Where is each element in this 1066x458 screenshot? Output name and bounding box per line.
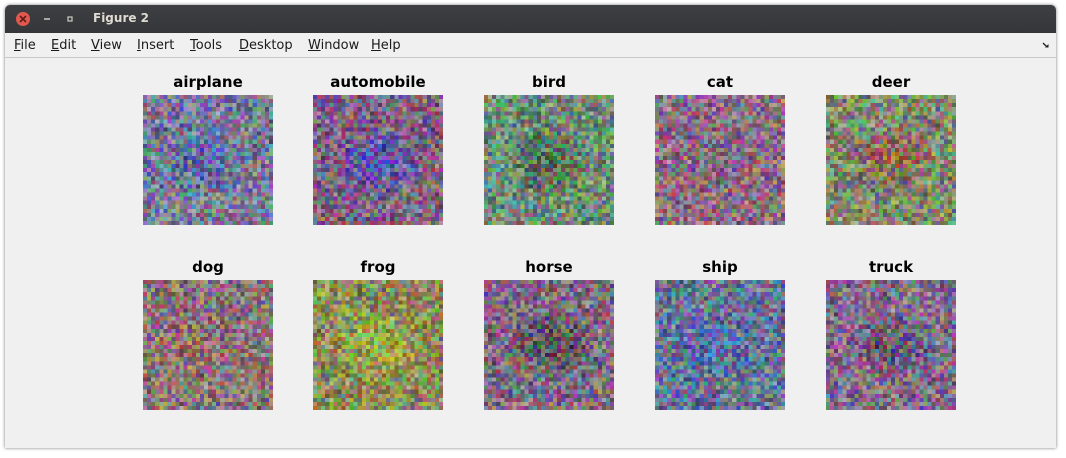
- toolbar-toggle-icon[interactable]: [1042, 41, 1050, 49]
- class-template-image-dog: [143, 280, 273, 410]
- close-icon: [19, 15, 27, 23]
- window-title: Figure 2: [93, 11, 150, 25]
- class-template-image-ship: [655, 280, 785, 410]
- menu-window[interactable]: Window: [308, 38, 359, 53]
- menu-mnemonic: W: [308, 38, 321, 53]
- menu-desktop[interactable]: Desktop: [239, 38, 293, 53]
- class-template-image-truck: [826, 280, 956, 410]
- menu-tools[interactable]: Tools: [190, 38, 222, 53]
- class-template-image-cat: [655, 95, 785, 225]
- menu-label: iew: [99, 38, 122, 53]
- menu-mnemonic: D: [239, 38, 250, 53]
- class-template-image-bird: [484, 95, 614, 225]
- menu-label: dit: [59, 38, 77, 53]
- panel-title-ship: ship: [702, 258, 738, 276]
- maximize-button[interactable]: [63, 12, 77, 26]
- menu-label: elp: [380, 38, 401, 53]
- panel-title-dog: dog: [192, 258, 224, 276]
- figure-canvas: airplane automobile bird cat deer dog frog hors…: [5, 58, 1056, 448]
- figure-window: Figure 2 File Edit View Insert Tools Desktop W…: [5, 5, 1056, 448]
- panel-title-deer: deer: [871, 73, 911, 91]
- panel-title-frog: frog: [360, 258, 396, 276]
- menu-mnemonic: H: [371, 38, 381, 53]
- panel-title-airplane: airplane: [173, 73, 243, 91]
- class-template-image-horse: [484, 280, 614, 410]
- menu-bar: File Edit View Insert Tools Desktop Window Help: [5, 33, 1056, 58]
- class-template-image-automobile: [313, 95, 443, 225]
- menu-file[interactable]: File: [14, 38, 36, 53]
- title-bar[interactable]: Figure 2: [5, 5, 1056, 33]
- panel-title-bird: bird: [531, 73, 566, 91]
- panel-title-cat: cat: [706, 73, 734, 91]
- class-template-image-frog: [313, 280, 443, 410]
- menu-mnemonic: E: [51, 38, 60, 53]
- close-button[interactable]: [16, 12, 30, 26]
- minimize-button[interactable]: [40, 12, 54, 26]
- panel-title-horse: horse: [525, 258, 573, 276]
- panel-title-truck: truck: [868, 258, 914, 276]
- menu-label: nsert: [140, 38, 175, 53]
- menu-label: ile: [20, 38, 36, 53]
- menu-label: ools: [195, 38, 223, 53]
- panel-title-automobile: automobile: [330, 73, 426, 91]
- menu-help[interactable]: Help: [371, 38, 401, 53]
- menu-edit[interactable]: Edit: [51, 38, 76, 53]
- menu-label: esktop: [249, 38, 293, 53]
- menu-view[interactable]: View: [91, 38, 122, 53]
- minimize-icon: [44, 18, 50, 20]
- menu-insert[interactable]: Insert: [137, 38, 174, 53]
- class-template-image-airplane: [143, 95, 273, 225]
- menu-mnemonic: V: [91, 38, 100, 53]
- menu-label: indow: [320, 38, 360, 53]
- maximize-icon: [67, 16, 73, 22]
- class-template-image-deer: [826, 95, 956, 225]
